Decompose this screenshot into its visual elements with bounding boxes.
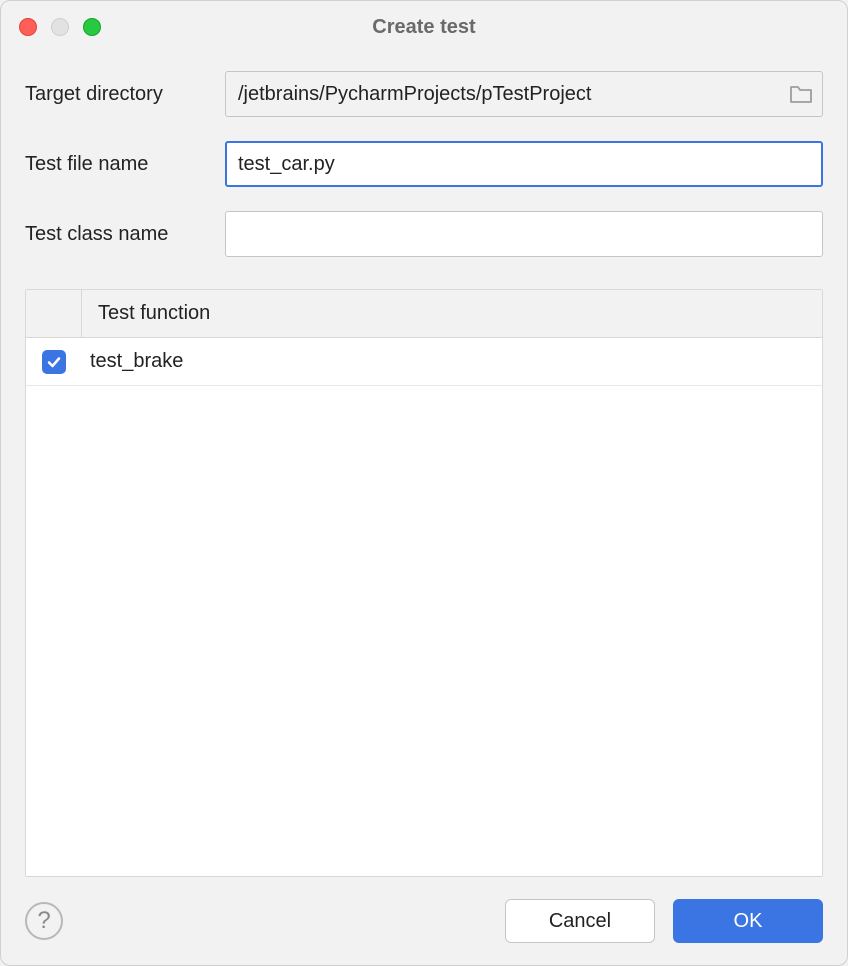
help-icon: ? bbox=[37, 907, 50, 935]
window-title: Create test bbox=[1, 16, 847, 39]
titlebar: Create test bbox=[1, 1, 847, 53]
cancel-button[interactable]: Cancel bbox=[505, 899, 655, 943]
create-test-dialog: Create test Target directory Test file n… bbox=[0, 0, 848, 966]
test-class-name-label: Test class name bbox=[25, 223, 225, 246]
target-directory-input-wrapper bbox=[225, 71, 823, 117]
table-header: Test function bbox=[26, 290, 822, 338]
target-directory-label: Target directory bbox=[25, 83, 225, 106]
test-function-name: test_brake bbox=[82, 350, 822, 373]
test-file-name-input-wrapper bbox=[225, 141, 823, 187]
checkmark-icon bbox=[46, 354, 62, 370]
browse-folder-icon[interactable] bbox=[789, 84, 813, 104]
test-function-table: Test function test_brake bbox=[25, 289, 823, 877]
table-header-function-column: Test function bbox=[82, 290, 822, 337]
target-directory-row: Target directory bbox=[25, 71, 823, 117]
test-file-name-row: Test file name bbox=[25, 141, 823, 187]
test-class-name-input-wrapper bbox=[225, 211, 823, 257]
test-class-name-field[interactable] bbox=[225, 211, 823, 257]
table-body: test_brake bbox=[26, 338, 822, 876]
test-file-name-field[interactable] bbox=[225, 141, 823, 187]
test-file-name-label: Test file name bbox=[25, 153, 225, 176]
ok-button[interactable]: OK bbox=[673, 899, 823, 943]
table-row[interactable]: test_brake bbox=[26, 338, 822, 386]
zoom-window-button[interactable] bbox=[83, 18, 101, 36]
table-cell-checkbox bbox=[26, 350, 82, 374]
test-class-name-row: Test class name bbox=[25, 211, 823, 257]
help-button[interactable]: ? bbox=[25, 902, 63, 940]
target-directory-field[interactable] bbox=[225, 71, 823, 117]
table-header-check-column bbox=[26, 290, 82, 337]
close-window-button[interactable] bbox=[19, 18, 37, 36]
test-function-checkbox[interactable] bbox=[42, 350, 66, 374]
dialog-footer: ? Cancel OK bbox=[1, 877, 847, 965]
minimize-window-button[interactable] bbox=[51, 18, 69, 36]
window-controls bbox=[19, 18, 101, 36]
form-area: Target directory Test file name Test cla… bbox=[1, 53, 847, 281]
